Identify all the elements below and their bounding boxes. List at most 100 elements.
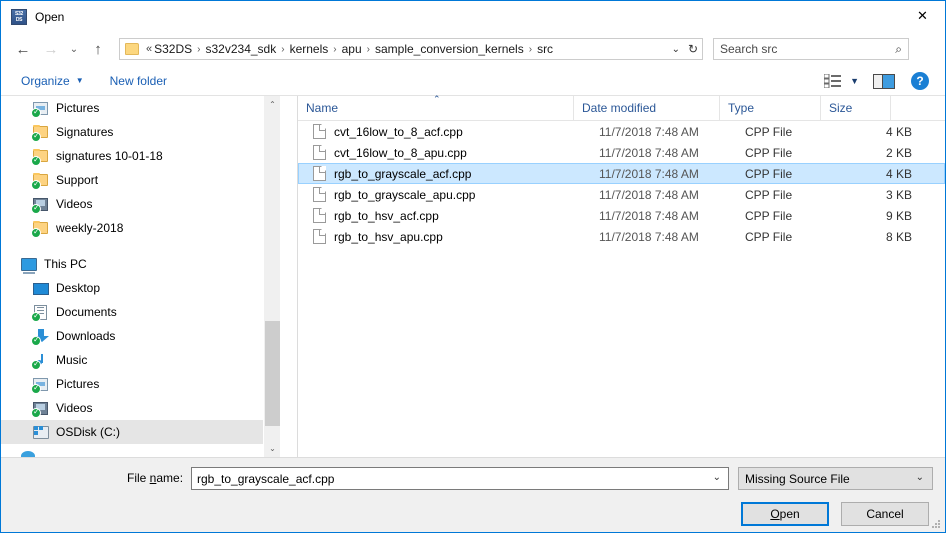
- scroll-down-icon[interactable]: ⌄: [264, 440, 280, 457]
- window-title: Open: [35, 9, 65, 24]
- date-modified-cell: 11/7/2018 7:48 AM: [599, 145, 699, 160]
- file-icon: [313, 229, 326, 244]
- scroll-up-icon[interactable]: ⌃: [264, 96, 280, 113]
- sync-ok-badge-icon: [31, 131, 41, 142]
- search-icon: ⌕: [895, 42, 902, 56]
- breadcrumb-segment-1[interactable]: s32v234_sdk: [206, 42, 277, 56]
- breadcrumb-segment-3[interactable]: apu: [342, 42, 362, 56]
- table-row[interactable]: rgb_to_hsv_acf.cpp 11/7/2018 7:48 AM CPP F…: [298, 205, 945, 226]
- preview-pane-icon[interactable]: [873, 73, 895, 89]
- sidebar-item-pictures[interactable]: Pictures: [1, 96, 280, 120]
- sidebar-item-videos[interactable]: Videos: [1, 396, 280, 420]
- file-size-cell: 4 KB: [885, 166, 912, 181]
- file-type-filter-value: Missing Source File: [745, 471, 850, 486]
- sidebar-item-this-pc[interactable]: This PC: [1, 252, 280, 276]
- file-type-cell: CPP File: [745, 166, 793, 181]
- open-button-accesskey: O: [770, 507, 780, 521]
- file-name-combobox[interactable]: ⌄: [191, 467, 729, 490]
- sidebar-item-desktop[interactable]: Desktop: [1, 276, 280, 300]
- breadcrumb-overflow-icon[interactable]: «: [146, 43, 152, 55]
- column-header-type[interactable]: Type: [720, 95, 821, 121]
- breadcrumb-segment-4[interactable]: sample_conversion_kernels: [375, 42, 524, 56]
- table-row[interactable]: rgb_to_hsv_apu.cpp 11/7/2018 7:48 AM CPP F…: [298, 226, 945, 247]
- column-header-blank[interactable]: [891, 96, 945, 121]
- folder-icon: [31, 220, 49, 238]
- sync-ok-badge-icon: [31, 383, 41, 394]
- sidebar-item-documents[interactable]: Documents: [1, 300, 280, 324]
- file-icon: [313, 208, 326, 223]
- sidebar-item-pictures[interactable]: Pictures: [1, 372, 280, 396]
- close-icon[interactable]: ✕: [900, 1, 945, 31]
- file-type-cell: CPP File: [745, 187, 793, 202]
- open-button[interactable]: Open: [741, 502, 829, 526]
- documents-icon: [31, 304, 49, 322]
- forward-icon[interactable]: →: [39, 37, 63, 61]
- search-box[interactable]: ⌕: [713, 38, 909, 60]
- organize-button[interactable]: Organize ▼: [15, 70, 90, 92]
- sync-ok-badge-icon: [31, 179, 41, 190]
- recent-locations-icon[interactable]: ⌄: [65, 37, 83, 61]
- dialog-footer: File name: ⌄ Missing Source File ⌄ Open …: [1, 457, 945, 532]
- sidebar-scrollbar[interactable]: ⌃ ⌄: [263, 96, 280, 457]
- file-icon: [313, 187, 326, 202]
- open-button-label: pen: [779, 507, 800, 521]
- resize-grip[interactable]: [932, 520, 942, 530]
- sidebar-item-music[interactable]: Music: [1, 348, 280, 372]
- s32ds-icon-line2: DS: [15, 16, 23, 23]
- sidebar-item-downloads[interactable]: Downloads: [1, 324, 280, 348]
- breadcrumb-separator-icon: ›: [366, 43, 370, 55]
- sidebar-item-label: Videos: [56, 197, 93, 211]
- table-row[interactable]: rgb_to_grayscale_acf.cpp 11/7/2018 7:48 A…: [298, 163, 945, 184]
- folder-tree: Pictures Signatures signatures 10-01-18 Sup…: [1, 96, 280, 457]
- sidebar-scroll-thumb[interactable]: [265, 321, 280, 426]
- preview-pane-right: [883, 74, 894, 88]
- back-icon[interactable]: ←: [11, 37, 35, 61]
- chevron-down-icon[interactable]: ⌄: [713, 472, 721, 483]
- breadcrumb-separator-icon: ›: [197, 43, 201, 55]
- sidebar-item-label: Pictures: [56, 377, 100, 391]
- table-row[interactable]: cvt_16low_to_8_acf.cpp 11/7/2018 7:48 AM C…: [298, 121, 945, 142]
- breadcrumb-segment-2[interactable]: kernels: [290, 42, 329, 56]
- file-name-cell: rgb_to_grayscale_acf.cpp: [334, 166, 472, 181]
- view-options-icon[interactable]: [824, 73, 842, 89]
- sidebar-item-videos[interactable]: Videos: [1, 192, 280, 216]
- drive-icon: [33, 424, 49, 440]
- breadcrumb[interactable]: « S32DS › s32v234_sdk › kernels › apu › …: [119, 38, 703, 60]
- sidebar-item-label: Signatures: [56, 125, 114, 139]
- sidebar-item-osdisk-c[interactable]: OSDisk (C:): [1, 420, 280, 444]
- sync-ok-badge-icon: [31, 335, 41, 346]
- up-icon[interactable]: ↑: [86, 37, 110, 61]
- sidebar-item-network[interactable]: [1, 444, 280, 457]
- file-name-cell: cvt_16low_to_8_acf.cpp: [334, 124, 463, 139]
- file-list-pane: Name ⌃ Date modified Type Size cvt_16low…: [298, 94, 945, 457]
- organize-label: Organize: [21, 73, 70, 88]
- folder-icon: [31, 124, 49, 142]
- search-input[interactable]: [720, 42, 880, 56]
- sidebar-item-signatures-10-01-18[interactable]: signatures 10-01-18: [1, 144, 280, 168]
- help-icon[interactable]: ?: [911, 72, 929, 90]
- s32ds-icon: S32 DS: [11, 8, 27, 25]
- title-bar: S32 DS Open ✕: [1, 1, 945, 32]
- breadcrumb-segment-0[interactable]: S32DS: [154, 42, 192, 56]
- new-folder-button[interactable]: New folder: [104, 70, 173, 92]
- file-type-filter-dropdown[interactable]: Missing Source File ⌄: [738, 467, 933, 490]
- view-dropdown-icon[interactable]: ▼: [850, 76, 859, 86]
- sidebar-item-label: Documents: [56, 305, 117, 319]
- sidebar-item-weekly-2018[interactable]: weekly-2018: [1, 216, 280, 240]
- file-name-input[interactable]: [197, 471, 697, 486]
- column-header-name[interactable]: Name ⌃: [298, 94, 574, 121]
- file-name-label: File name:: [127, 471, 183, 485]
- table-row[interactable]: cvt_16low_to_8_apu.cpp 11/7/2018 7:48 AM C…: [298, 142, 945, 163]
- date-modified-cell: 11/7/2018 7:48 AM: [599, 208, 699, 223]
- column-header-size[interactable]: Size: [821, 95, 891, 121]
- column-header-date-modified[interactable]: Date modified: [574, 95, 720, 121]
- file-icon: [313, 145, 326, 160]
- refresh-icon[interactable]: ↻: [688, 39, 698, 59]
- table-row[interactable]: rgb_to_grayscale_apu.cpp 11/7/2018 7:48 A…: [298, 184, 945, 205]
- file-type-cell: CPP File: [745, 124, 793, 139]
- breadcrumb-segment-5[interactable]: src: [537, 42, 553, 56]
- sidebar-item-support[interactable]: Support: [1, 168, 280, 192]
- cancel-button[interactable]: Cancel: [841, 502, 929, 526]
- breadcrumb-dropdown-icon[interactable]: ⌄: [672, 39, 680, 59]
- sidebar-item-signatures[interactable]: Signatures: [1, 120, 280, 144]
